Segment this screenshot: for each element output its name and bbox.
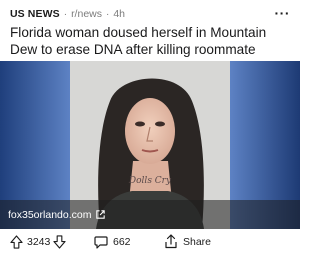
separator-dot-2: ·	[106, 8, 110, 20]
link-domain-bar[interactable]: fox35orlando.com	[0, 200, 300, 229]
comment-icon	[94, 236, 108, 249]
share-icon	[165, 234, 177, 249]
neck-tattoo: Dolls Cry	[128, 176, 172, 186]
subreddit-label[interactable]: US NEWS	[10, 8, 60, 20]
post-age: 4h	[113, 8, 126, 20]
more-options-icon[interactable]: ···	[275, 5, 291, 21]
comment-count: 662	[113, 236, 131, 248]
share-button[interactable]: Share	[164, 234, 211, 249]
link-domain[interactable]: fox35orlando.com	[8, 209, 91, 221]
post-actions: 3243 662 Share	[0, 229, 300, 257]
post-image[interactable]: Dolls Cry fox35orlando.com	[0, 61, 300, 229]
comments-button[interactable]: 662	[94, 235, 131, 249]
post-header: US NEWS · r/news · 4h ···	[10, 5, 292, 21]
downvote-icon[interactable]	[53, 235, 66, 249]
vote-score: 3243	[27, 236, 51, 248]
upvote-icon[interactable]	[10, 235, 23, 249]
vote-control: 3243	[10, 235, 66, 249]
separator-dot: ·	[63, 8, 68, 20]
share-label: Share	[183, 235, 212, 248]
subreddit-link[interactable]: r/news	[71, 8, 102, 20]
external-link-icon	[96, 210, 106, 219]
post-title[interactable]: Florida woman doused herself in Mountain…	[10, 24, 294, 58]
